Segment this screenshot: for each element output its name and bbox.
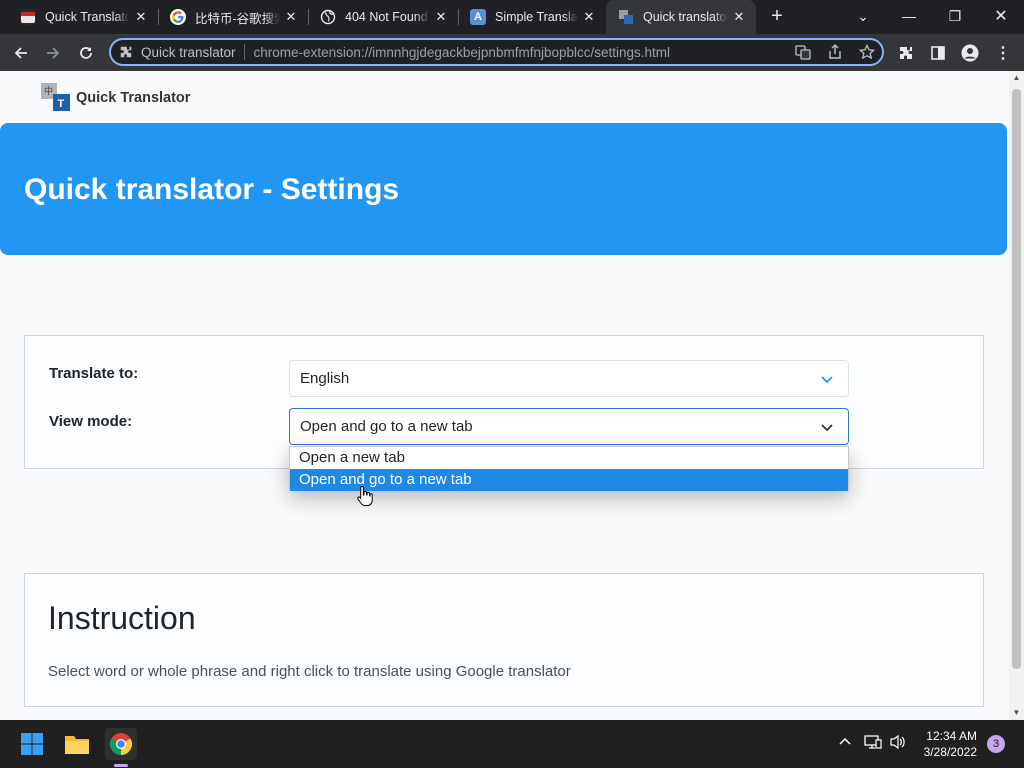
extension-chip[interactable]: Quick translator <box>119 45 236 60</box>
translate-favicon: A <box>470 9 486 25</box>
page-content: 中 T Quick Translator Quick translator - … <box>0 71 1009 720</box>
translate-to-label: Translate to: <box>49 365 139 382</box>
google-g-icon <box>170 9 186 25</box>
file-explorer-icon[interactable] <box>61 728 93 760</box>
tab-404-not-found[interactable]: 404 Not Found ✕ <box>308 0 458 34</box>
volume-icon[interactable] <box>889 734 907 753</box>
share-icon[interactable] <box>825 44 845 62</box>
restore-button[interactable]: ❐ <box>932 0 978 32</box>
page-title: Quick translator - Settings <box>24 173 400 206</box>
bookmark-star-icon[interactable] <box>857 43 877 62</box>
svg-text:T: T <box>58 98 65 110</box>
show-hidden-icons-chevron-icon[interactable] <box>838 734 852 751</box>
system-clock[interactable]: 12:34 AM 3/28/2022 <box>915 728 977 760</box>
back-button[interactable] <box>8 40 34 66</box>
tab-quick-translator[interactable]: Quick Translator ✕ <box>8 0 158 34</box>
tab-title: Quick Translator <box>45 10 130 24</box>
tab-title: 比特币-谷歌搜索 <box>195 11 280 26</box>
view-mode-dropdown: Open a new tab Open and go to a new tab <box>289 446 849 491</box>
translate-page-icon[interactable] <box>793 44 813 62</box>
active-app-indicator <box>114 764 128 767</box>
view-mode-value: Open and go to a new tab <box>300 418 473 435</box>
page-scrollbar[interactable]: ▲ ▼ <box>1009 71 1024 720</box>
network-icon[interactable] <box>864 734 882 753</box>
windows-start-icon[interactable] <box>16 728 48 760</box>
instruction-card: Instruction Select word or whole phrase … <box>24 573 984 707</box>
reload-button[interactable] <box>73 40 99 66</box>
brand-header[interactable]: 中 T Quick Translator <box>40 82 190 112</box>
instruction-text: Select word or whole phrase and right cl… <box>48 663 571 680</box>
chrome-menu-icon[interactable]: ⋮ <box>990 40 1016 66</box>
hand-cursor-icon <box>357 485 373 507</box>
option-open-new-tab[interactable]: Open a new tab <box>290 447 848 469</box>
view-mode-label: View mode: <box>49 413 133 430</box>
address-bar[interactable]: Quick translator chrome-extension://imnn… <box>109 38 884 66</box>
close-tab-icon[interactable]: ✕ <box>578 6 600 28</box>
instruction-heading: Instruction <box>48 600 196 636</box>
new-tab-button[interactable]: + <box>765 6 789 28</box>
quick-translator-favicon <box>618 9 634 25</box>
minimize-button[interactable]: — <box>886 0 932 32</box>
chrome-taskbar-icon[interactable] <box>105 728 137 760</box>
url-text: chrome-extension://imnnhgjdegackbejpnbmf… <box>253 44 671 60</box>
scroll-up-arrow-icon[interactable]: ▲ <box>1009 71 1024 85</box>
tab-title: Simple Translate <box>495 10 578 24</box>
tab-quick-translator-settings[interactable]: Quick translator ✕ <box>606 0 756 34</box>
extension-chip-label: Quick translator <box>141 44 236 60</box>
svg-text:中: 中 <box>44 85 53 96</box>
quick-translator-logo: 中 T <box>40 82 72 112</box>
browser-tab-strip: Quick Translator ✕ 比特币-谷歌搜索 ✕ 404 Not Fo… <box>0 0 1024 34</box>
chevron-down-icon <box>821 376 833 384</box>
clock-time: 12:34 AM <box>926 729 977 743</box>
extensions-puzzle-icon[interactable] <box>893 40 919 66</box>
windows-taskbar: 12:34 AM 3/28/2022 3 <box>0 720 1024 768</box>
omnibox-divider <box>243 44 245 60</box>
view-mode-select[interactable]: Open and go to a new tab <box>289 408 849 445</box>
side-panel-icon[interactable] <box>925 40 951 66</box>
option-open-and-go-new-tab[interactable]: Open and go to a new tab <box>290 469 848 491</box>
close-tab-icon[interactable]: ✕ <box>430 6 452 28</box>
translate-to-select[interactable]: English <box>289 360 849 397</box>
close-tab-icon[interactable]: ✕ <box>130 6 152 28</box>
close-tab-icon[interactable]: ✕ <box>728 6 750 28</box>
tab-simple-translate[interactable]: A Simple Translate ✕ <box>458 0 606 34</box>
tab-title: Quick translator <box>643 10 728 24</box>
clock-date: 3/28/2022 <box>923 745 977 759</box>
brand-name: Quick Translator <box>76 90 191 106</box>
scrollbar-thumb[interactable] <box>1012 89 1021 669</box>
browser-toolbar: Quick translator chrome-extension://imnn… <box>0 34 1024 71</box>
hero-banner: Quick translator - Settings <box>0 123 1007 255</box>
puzzle-icon <box>120 46 132 58</box>
profile-avatar-icon[interactable] <box>957 40 983 66</box>
notification-badge[interactable]: 3 <box>987 735 1005 753</box>
quick-translator-favicon <box>20 9 36 25</box>
chevron-down-icon <box>821 424 833 432</box>
translate-to-value: English <box>300 370 350 387</box>
tab-search-chevron-icon[interactable]: ⌄ <box>840 0 886 32</box>
forward-button[interactable] <box>40 40 66 66</box>
close-window-button[interactable]: ✕ <box>978 0 1024 32</box>
globe-icon <box>320 9 336 25</box>
tab-google-search[interactable]: 比特币-谷歌搜索 ✕ <box>158 0 308 34</box>
close-tab-icon[interactable]: ✕ <box>280 6 302 28</box>
scroll-down-arrow-icon[interactable]: ▼ <box>1009 706 1024 720</box>
tab-title: 404 Not Found <box>345 10 428 24</box>
